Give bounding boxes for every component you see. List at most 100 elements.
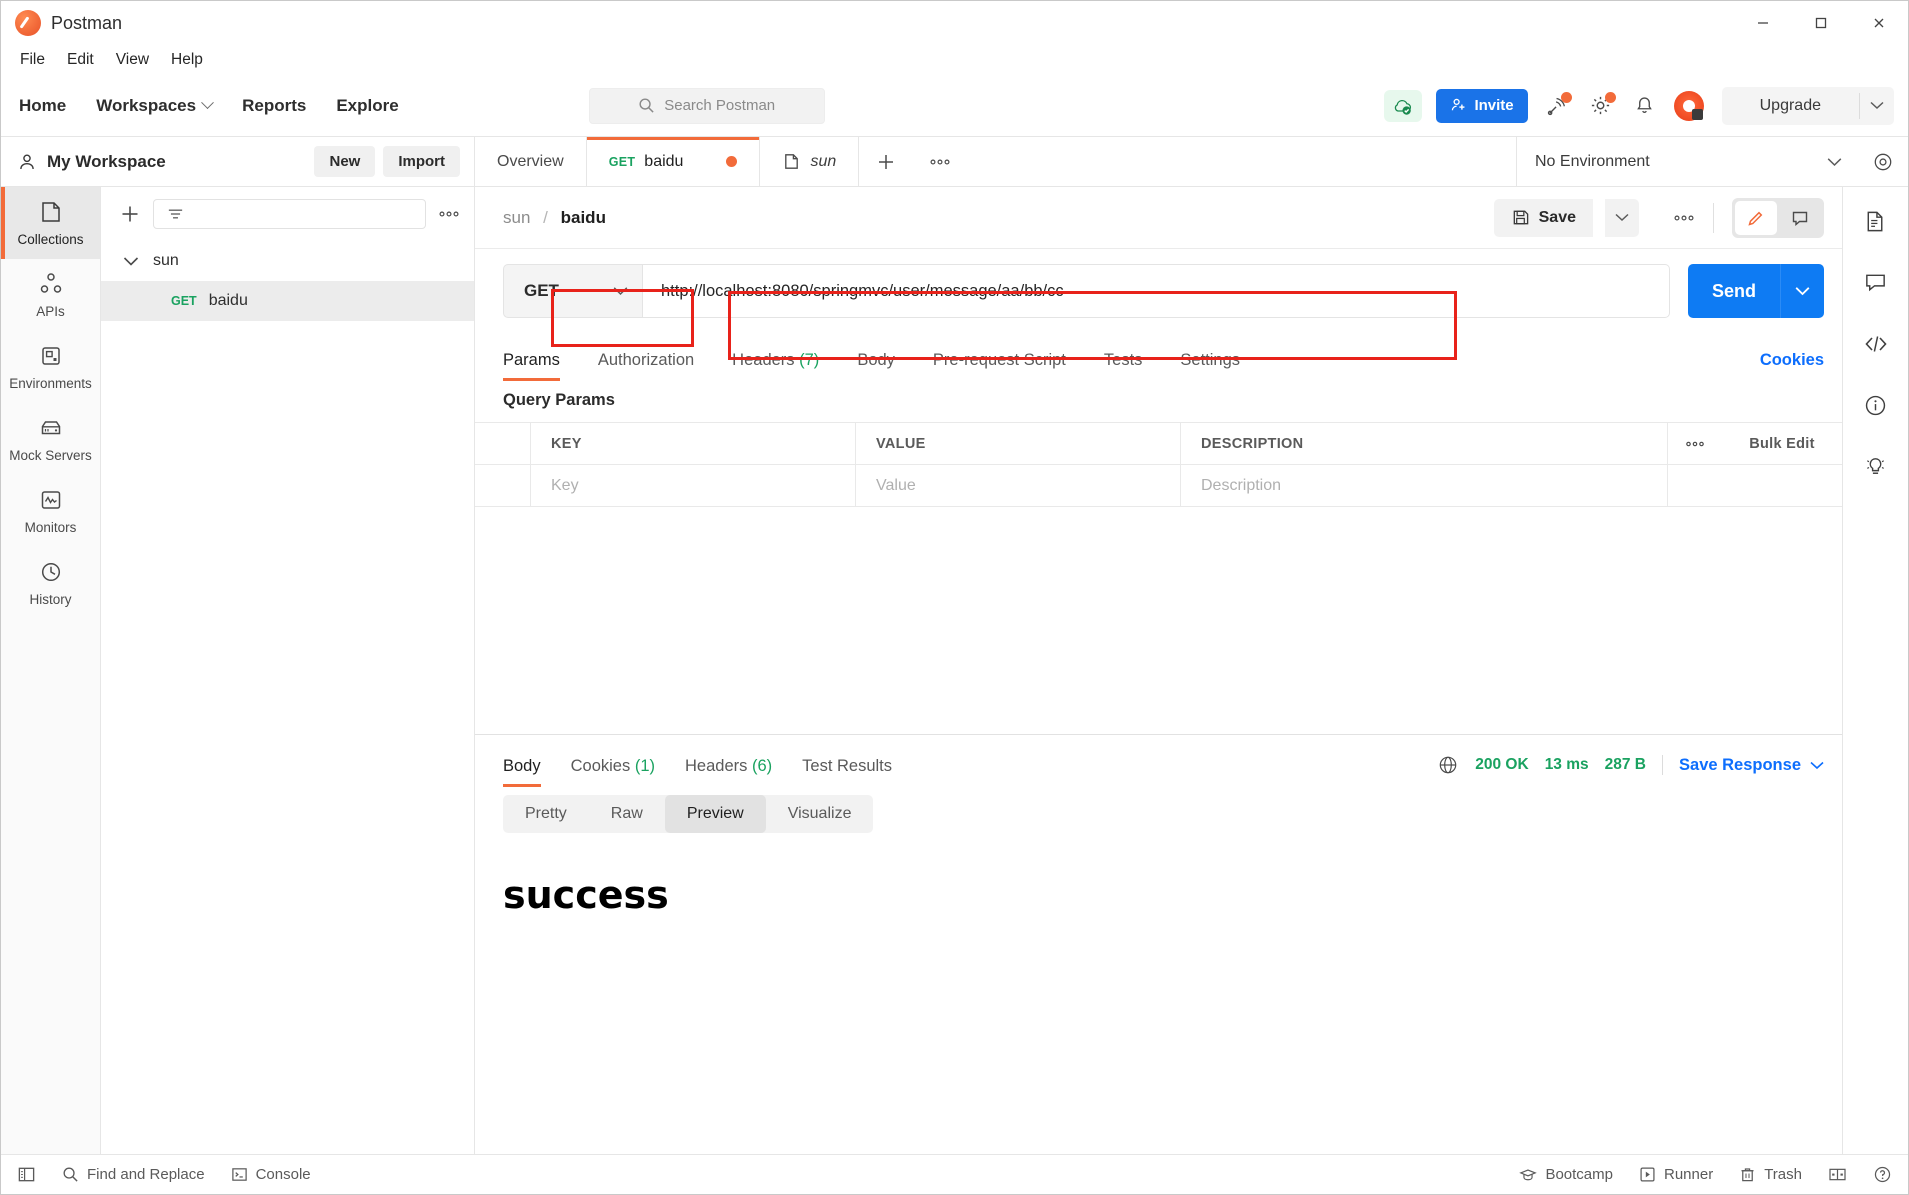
upgrade-button[interactable]: Upgrade: [1722, 97, 1859, 115]
filter-icon: [168, 209, 183, 219]
cookies-link[interactable]: Cookies: [1760, 351, 1824, 381]
response-tab-test-results[interactable]: Test Results: [802, 757, 892, 787]
environments-icon: [41, 347, 60, 365]
menu-edit[interactable]: Edit: [58, 48, 103, 72]
comment-mode-button[interactable]: [1779, 201, 1821, 235]
bulk-edit-button[interactable]: Bulk Edit: [1722, 423, 1842, 465]
import-button[interactable]: Import: [383, 146, 460, 177]
satellite-icon[interactable]: [1542, 91, 1572, 121]
tab-sun[interactable]: sun: [760, 137, 860, 186]
sidebar-item-mock-servers[interactable]: Mock Servers: [1, 403, 100, 475]
response-tab-body[interactable]: Body: [503, 757, 541, 787]
tab-tests[interactable]: Tests: [1104, 351, 1143, 381]
status-bar-right: Bootcamp Runner Trash: [1519, 1165, 1892, 1184]
minimize-button[interactable]: [1734, 1, 1792, 45]
request-more-button[interactable]: [1673, 214, 1695, 222]
tab-params[interactable]: Params: [503, 351, 560, 381]
apis-icon: [40, 273, 61, 293]
sidebar-item-environments[interactable]: Environments: [1, 331, 100, 403]
panel-toggle-icon: [18, 1167, 35, 1182]
row-value-input[interactable]: Value: [856, 464, 1181, 507]
format-preview[interactable]: Preview: [664, 795, 766, 833]
console-button[interactable]: Console: [231, 1166, 311, 1183]
new-tab-button[interactable]: [859, 137, 913, 186]
tab-body[interactable]: Body: [857, 351, 895, 381]
sidebar-item-history[interactable]: History: [1, 547, 100, 619]
row-description-input[interactable]: Description: [1181, 464, 1668, 507]
save-response-button[interactable]: Save Response: [1679, 756, 1824, 775]
sidebar-add-button[interactable]: [119, 203, 141, 225]
row-checkbox[interactable]: [475, 464, 531, 507]
collection-sun-label: sun: [153, 252, 179, 269]
sync-status-icon[interactable]: [1384, 89, 1423, 122]
url-input[interactable]: http://localhost:8080/springmvc/user/mes…: [643, 264, 1670, 318]
tab-headers[interactable]: Headers (7): [732, 351, 819, 381]
row-options[interactable]: [1668, 465, 1722, 507]
tab-settings[interactable]: Settings: [1180, 351, 1240, 381]
sidebar-more-button[interactable]: [438, 210, 460, 218]
close-button[interactable]: [1850, 1, 1908, 45]
sidebar-item-apis[interactable]: APIs: [1, 259, 100, 331]
tab-overview[interactable]: Overview: [475, 137, 587, 186]
runner-button[interactable]: Runner: [1639, 1166, 1713, 1183]
bootcamp-button[interactable]: Bootcamp: [1519, 1166, 1613, 1184]
upgrade-control: Upgrade: [1721, 86, 1894, 125]
gear-icon[interactable]: [1586, 91, 1616, 121]
search-input[interactable]: Search Postman: [588, 87, 825, 124]
lightbulb-icon[interactable]: [1863, 454, 1888, 479]
response-tab-headers[interactable]: Headers (6): [685, 757, 772, 787]
app-header: Home Workspaces Reports Explore Search P…: [1, 75, 1908, 137]
tab-authorization[interactable]: Authorization: [598, 351, 694, 381]
new-button[interactable]: New: [314, 146, 376, 177]
response-tab-cookies[interactable]: Cookies (1): [571, 757, 655, 787]
menu-view[interactable]: View: [107, 48, 158, 72]
collection-sun[interactable]: sun: [101, 241, 474, 281]
more-horizontal-icon: [439, 211, 459, 217]
save-dropdown-button[interactable]: [1605, 198, 1639, 237]
environment-selector[interactable]: No Environment: [1516, 137, 1908, 186]
user-avatar[interactable]: [1673, 90, 1704, 121]
nav-reports[interactable]: Reports: [242, 96, 306, 116]
format-pretty[interactable]: Pretty: [503, 795, 589, 833]
eye-icon[interactable]: [1872, 151, 1894, 173]
nav-explore[interactable]: Explore: [336, 96, 398, 116]
table-row[interactable]: Key Value Description: [475, 464, 1842, 507]
tab-pre-request-script[interactable]: Pre-request Script: [933, 351, 1066, 381]
invite-button[interactable]: Invite: [1436, 88, 1528, 123]
info-icon[interactable]: [1863, 393, 1888, 418]
nav-home[interactable]: Home: [19, 96, 66, 116]
http-method-dropdown-button[interactable]: [599, 264, 643, 318]
http-method-selector[interactable]: GET: [503, 264, 599, 318]
find-and-replace-button[interactable]: Find and Replace: [62, 1166, 205, 1183]
row-key-input[interactable]: Key: [531, 464, 856, 507]
nav-workspaces[interactable]: Workspaces: [96, 96, 214, 116]
send-button[interactable]: Send: [1688, 264, 1780, 318]
table-options-button[interactable]: [1668, 423, 1722, 465]
sidebar-item-collections[interactable]: Collections: [1, 187, 100, 259]
tab-options-button[interactable]: [913, 137, 967, 186]
invite-label: Invite: [1474, 97, 1514, 114]
send-dropdown-button[interactable]: [1780, 264, 1824, 318]
breadcrumb-collection[interactable]: sun: [503, 208, 530, 227]
menu-file[interactable]: File: [11, 48, 54, 72]
trash-button[interactable]: Trash: [1739, 1166, 1802, 1183]
notifications-bell-icon[interactable]: [1630, 91, 1660, 121]
tab-baidu[interactable]: GET baidu: [586, 137, 761, 186]
sidebar-toggle-button[interactable]: [17, 1165, 36, 1184]
format-raw[interactable]: Raw: [589, 795, 665, 833]
menu-help[interactable]: Help: [162, 48, 212, 72]
help-button[interactable]: [1873, 1165, 1892, 1184]
sidebar-filter-input[interactable]: [153, 199, 426, 229]
documentation-icon[interactable]: [1863, 209, 1888, 234]
two-pane-layout-button[interactable]: [1828, 1167, 1847, 1182]
list-item[interactable]: GET baidu: [101, 281, 474, 321]
format-visualize[interactable]: Visualize: [766, 795, 874, 833]
maximize-button[interactable]: [1792, 1, 1850, 45]
comments-icon[interactable]: [1863, 270, 1888, 295]
sidebar-item-monitors[interactable]: Monitors: [1, 475, 100, 547]
edit-mode-button[interactable]: [1735, 200, 1777, 235]
upgrade-dropdown-button[interactable]: [1860, 101, 1894, 110]
save-button[interactable]: Save: [1493, 198, 1593, 237]
workspace-selector[interactable]: My Workspace New Import: [1, 137, 475, 186]
code-icon[interactable]: [1863, 331, 1889, 357]
